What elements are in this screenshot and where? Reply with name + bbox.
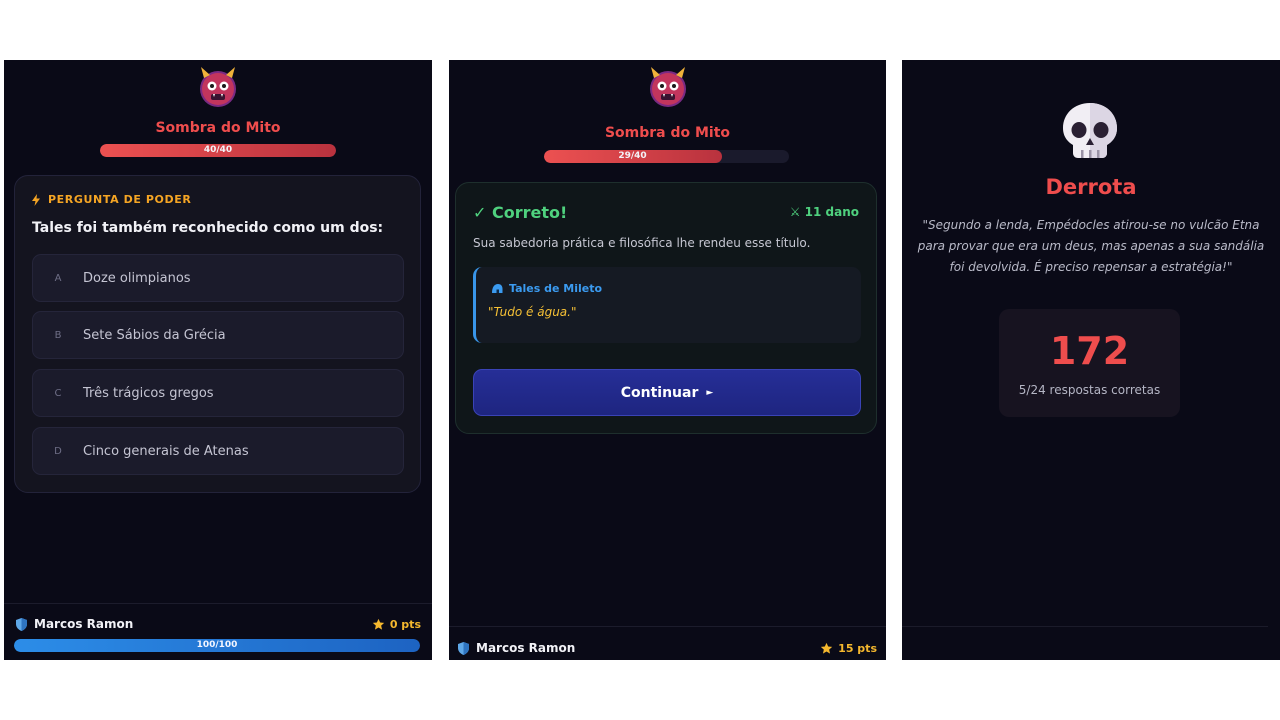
question-category-label: PERGUNTA DE PODER [48,193,192,206]
star-icon [372,618,385,630]
option-letter: B [54,329,62,341]
lightning-icon [32,193,40,206]
player-points-label: 15 pts [838,642,877,655]
answer-result-card: ✓ Correto! ⚔ 11 dano Sua sabedoria práti… [455,182,877,434]
continue-button[interactable]: Continuar ► [473,369,861,416]
quote-author: Tales de Mileto [491,282,602,295]
demon-face-icon [200,67,236,107]
footer-divider [902,626,1268,627]
helmet-icon [492,283,503,293]
option-letter: C [54,387,62,399]
shield-icon [458,641,469,655]
boss-name: Sombra do Mito [155,120,281,136]
option-label: Doze olimpianos [83,270,191,286]
defeat-title: Derrota [1045,175,1137,199]
quote-text: "Tudo é água." [488,305,577,319]
boss-hp-text: 40/40 [203,145,233,155]
option-label: Três trágicos gregos [83,385,214,401]
continue-button-label: Continuar [620,384,699,401]
damage-dealt: ⚔ 11 dano [789,205,859,219]
player-name: Marcos Ramon [458,641,575,655]
boss-hp-text: 29/40 [618,151,647,161]
quote-box: Tales de Mileto "Tudo é água." [473,267,861,343]
player-name-label: Marcos Ramon [476,641,576,655]
option-label: Cinco generais de Atenas [83,443,249,459]
quote-author-label: Tales de Mileto [509,282,603,295]
defeat-screen: Derrota "Segundo a lenda, Empédocles ati… [902,60,1280,660]
question-screen: Sombra do Mito 40/40 PERGUNTA DE PODER T… [4,60,432,660]
result-screen: Sombra do Mito 29/40 ✓ Correto! ⚔ 11 dan… [449,60,886,660]
player-points-label: 0 pts [389,618,421,631]
question-category: PERGUNTA DE PODER [32,193,191,206]
player-status-bar: Marcos Ramon 15 pts [449,626,886,660]
answer-option-a[interactable]: A Doze olimpianos [32,254,404,302]
question-card: PERGUNTA DE PODER Tales foi também recon… [14,175,421,493]
player-hp-bar: 100/100 [14,639,420,652]
result-message: Sua sabedoria prática e filosófica lhe r… [473,236,811,250]
final-score-box: 172 5/24 respostas corretas [999,309,1180,417]
play-arrow-icon: ► [706,387,714,398]
demon-face-icon [649,67,686,107]
shield-icon [16,617,27,631]
option-letter: A [54,272,62,284]
boss-hp-bar: 40/40 [100,144,336,157]
boss-name: Sombra do Mito [604,125,731,141]
boss-hp-bar: 29/40 [544,150,789,163]
answer-option-d[interactable]: D Cinco generais de Atenas [32,427,404,475]
question-text: Tales foi também reconhecido como um dos… [32,220,384,236]
defeat-message: "Segundo a lenda, Empédocles atirou-se n… [917,218,1265,274]
player-points: 0 pts [372,618,421,631]
option-label: Sete Sábios da Grécia [83,327,226,343]
result-title: ✓ Correto! [473,203,568,222]
answer-option-c[interactable]: C Três trágicos gregos [32,369,404,417]
skull-icon [1063,103,1117,158]
option-letter: D [54,445,62,457]
correct-answers-count: 5/24 respostas corretas [1018,383,1161,397]
final-score: 172 [1049,329,1130,373]
player-points: 15 pts [820,642,877,655]
player-name-label: Marcos Ramon [34,617,134,631]
answer-option-b[interactable]: B Sete Sábios da Grécia [32,311,404,359]
star-icon [820,642,833,654]
player-name: Marcos Ramon [16,617,133,631]
player-hp-text: 100/100 [196,640,238,650]
